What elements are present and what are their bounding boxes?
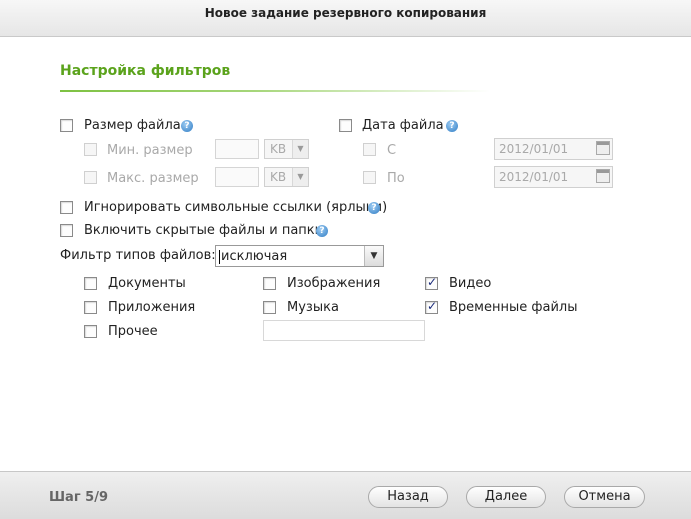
min-size-input[interactable]	[215, 139, 259, 159]
date-from-checkbox[interactable]	[363, 143, 376, 156]
min-size-checkbox[interactable]	[84, 143, 97, 156]
video-checkbox[interactable]: ✓	[425, 275, 438, 290]
wizard-footer: Шаг 5/9 Назад Далее Отмена	[0, 471, 691, 519]
documents-label: Документы	[108, 276, 186, 291]
chevron-down-icon: ▼	[292, 140, 308, 158]
file-type-filter-label: Фильтр типов файлов:	[60, 248, 216, 263]
file-date-checkbox[interactable]	[339, 119, 352, 132]
file-size-label: Размер файла	[84, 118, 181, 133]
other-extensions-input[interactable]	[263, 320, 425, 341]
calendar-icon[interactable]	[596, 141, 610, 155]
temp-files-checkbox[interactable]: ✓	[425, 299, 438, 314]
date-to-field[interactable]: 2012/01/01	[494, 166, 613, 188]
back-button[interactable]: Назад	[368, 486, 448, 508]
ignore-symlinks-label: Игнорировать символьные ссылки (ярлыки)	[84, 200, 388, 215]
help-icon[interactable]: ?	[316, 225, 328, 237]
backup-wizard-window: Новое задание резервного копирования Нас…	[0, 0, 691, 519]
temp-files-label: Временные файлы	[449, 300, 578, 315]
chevron-down-icon: ▼	[292, 168, 308, 186]
include-hidden-label: Включить скрытые файлы и папки.	[84, 223, 328, 238]
cancel-button[interactable]: Отмена	[564, 486, 645, 508]
max-size-label: Макс. размер	[107, 171, 199, 186]
documents-checkbox[interactable]	[84, 277, 97, 290]
section-divider	[60, 90, 490, 92]
max-size-input[interactable]	[215, 167, 259, 187]
help-icon[interactable]: ?	[446, 120, 458, 132]
step-indicator: Шаг 5/9	[49, 490, 108, 505]
max-size-checkbox[interactable]	[84, 171, 97, 184]
min-size-unit-value: KB	[270, 142, 287, 156]
file-size-checkbox[interactable]	[60, 119, 73, 132]
min-size-unit-select[interactable]: KB ▼	[264, 139, 309, 159]
file-type-filter-select[interactable]: исключая ▼	[215, 245, 384, 267]
help-icon[interactable]: ?	[368, 202, 380, 214]
min-size-label: Мин. размер	[107, 143, 193, 158]
max-size-unit-value: KB	[270, 170, 287, 184]
date-from-value: 2012/01/01	[499, 142, 569, 156]
date-from-field[interactable]: 2012/01/01	[494, 138, 613, 160]
date-to-value: 2012/01/01	[499, 170, 569, 184]
help-icon[interactable]: ?	[181, 120, 193, 132]
video-label: Видео	[449, 276, 492, 291]
other-label: Прочее	[108, 324, 158, 339]
date-to-checkbox[interactable]	[363, 171, 376, 184]
date-to-label: По	[387, 171, 405, 186]
music-label: Музыка	[287, 300, 339, 315]
date-from-label: С	[387, 143, 397, 158]
max-size-unit-select[interactable]: KB ▼	[264, 167, 309, 187]
next-button[interactable]: Далее	[466, 486, 546, 508]
file-date-label: Дата файла	[362, 118, 444, 133]
images-checkbox[interactable]	[263, 277, 276, 290]
applications-checkbox[interactable]	[84, 301, 97, 314]
file-type-filter-value: исключая	[221, 249, 288, 264]
section-title: Настройка фильтров	[60, 63, 231, 79]
check-icon: ✓	[427, 299, 438, 313]
applications-label: Приложения	[108, 300, 196, 315]
ignore-symlinks-checkbox[interactable]	[60, 201, 73, 214]
include-hidden-checkbox[interactable]	[60, 224, 73, 237]
calendar-icon[interactable]	[596, 169, 610, 183]
window-title: Новое задание резервного копирования	[0, 0, 691, 37]
check-icon: ✓	[427, 275, 438, 289]
text-cursor	[219, 250, 220, 264]
music-checkbox[interactable]	[263, 301, 276, 314]
chevron-down-icon: ▼	[364, 246, 383, 266]
other-checkbox[interactable]	[84, 325, 97, 338]
images-label: Изображения	[287, 276, 381, 291]
